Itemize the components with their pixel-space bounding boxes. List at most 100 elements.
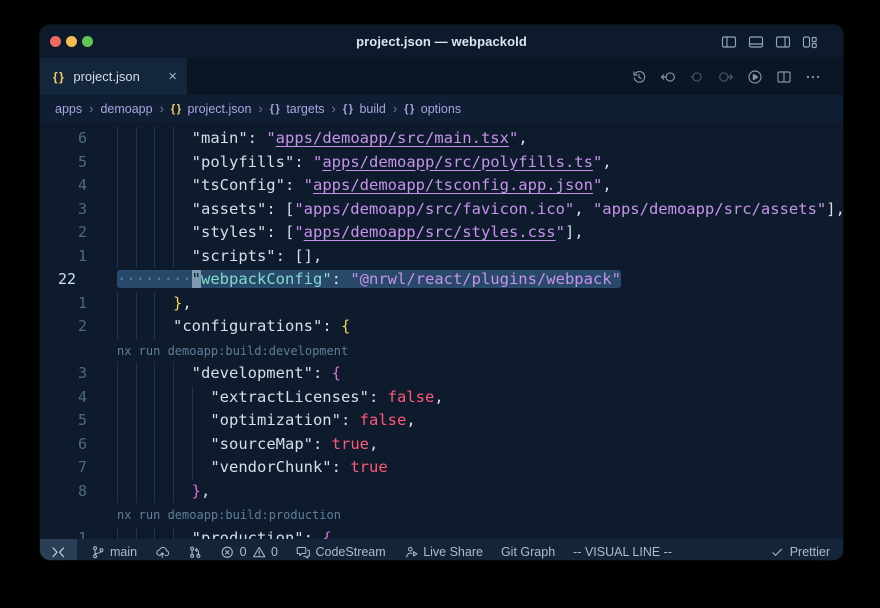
code-line[interactable]: 3 "development": { xyxy=(40,362,843,386)
indent-guide xyxy=(117,527,118,540)
layout-sidebar-left-icon[interactable] xyxy=(721,34,737,50)
nav-circle-icon[interactable] xyxy=(689,69,705,85)
breadcrumb-item-demoapp[interactable]: demoapp xyxy=(100,102,152,116)
line-number: 6 xyxy=(40,127,87,151)
codelens-link[interactable]: nx run demoapp:build:development xyxy=(40,339,843,363)
problems[interactable]: 00 xyxy=(220,545,278,560)
git-branch-status[interactable]: main xyxy=(91,545,138,560)
code-line[interactable]: 1 "production": { xyxy=(40,527,843,540)
more-actions-icon[interactable] xyxy=(805,69,821,85)
tab-project-json[interactable]: {} project.json × xyxy=(40,58,187,95)
line-number: 3 xyxy=(40,362,87,386)
code-line[interactable]: 4 "tsConfig": "apps/demoapp/tsconfig.app… xyxy=(40,174,843,198)
code-line[interactable]: 2 "styles": ["apps/demoapp/src/styles.cs… xyxy=(40,221,843,245)
braces-icon: {} xyxy=(270,103,282,115)
line-number: 3 xyxy=(40,198,87,222)
nav-back-icon[interactable] xyxy=(660,69,676,85)
selection: ········"webpackConfig": "@nrwl/react/pl… xyxy=(117,270,621,288)
split-editor-icon[interactable] xyxy=(776,69,792,85)
indent-guide xyxy=(117,433,118,457)
nav-forward-icon[interactable] xyxy=(718,69,734,85)
indent-guide xyxy=(136,456,137,480)
code-line[interactable]: 6 "sourceMap": true, xyxy=(40,433,843,457)
indent-guide xyxy=(136,527,137,540)
code-line[interactable]: 7 "vendorChunk": true xyxy=(40,456,843,480)
live-share[interactable]: Live Share xyxy=(404,545,483,560)
run-icon[interactable] xyxy=(747,69,763,85)
publish-changes[interactable] xyxy=(155,545,170,560)
indent-guide xyxy=(117,151,118,175)
cloud-upload-icon xyxy=(155,545,170,560)
codelens-link[interactable]: nx run demoapp:build:production xyxy=(40,503,843,527)
braces-icon: {} xyxy=(404,103,416,115)
json-braces-icon: {} xyxy=(53,70,65,84)
indent-guide xyxy=(154,151,155,175)
prettier-status[interactable]: Prettier xyxy=(770,545,830,560)
indent-guide xyxy=(136,480,137,504)
indent-guide xyxy=(173,456,174,480)
breadcrumb-item-project-json[interactable]: {}project.json xyxy=(171,102,252,116)
code-line[interactable]: 6 "main": "apps/demoapp/src/main.tsx", xyxy=(40,127,843,151)
tab-close-icon[interactable]: × xyxy=(168,69,177,84)
code-line[interactable]: 1 }, xyxy=(40,292,843,316)
indent-guide xyxy=(173,409,174,433)
indent-guide xyxy=(173,174,174,198)
vscode-window: project.json — webpackold {} project.jso… xyxy=(40,25,843,560)
code-line[interactable]: 5 "optimization": false, xyxy=(40,409,843,433)
editor[interactable]: 6 "main": "apps/demoapp/src/main.tsx",5 … xyxy=(40,122,843,539)
live-share-icon xyxy=(404,545,419,560)
indent-guide xyxy=(117,292,118,316)
indent-guide xyxy=(154,127,155,151)
line-number: 6 xyxy=(40,433,87,457)
close-button[interactable] xyxy=(50,36,61,47)
vim-mode[interactable]: -- VISUAL LINE -- xyxy=(573,545,672,559)
indent-guide xyxy=(173,362,174,386)
line-number: 2 xyxy=(40,315,87,339)
indent-guide xyxy=(154,386,155,410)
git-graph[interactable]: Git Graph xyxy=(501,545,555,559)
history-icon[interactable] xyxy=(631,69,647,85)
indent-guide xyxy=(136,386,137,410)
code-line[interactable]: 8 }, xyxy=(40,480,843,504)
indent-guide xyxy=(154,174,155,198)
line-number: 8 xyxy=(40,480,87,504)
breadcrumb-separator: › xyxy=(160,101,164,116)
indent-guide xyxy=(117,174,118,198)
indent-guide xyxy=(117,480,118,504)
zoom-button[interactable] xyxy=(82,36,93,47)
code-line[interactable]: 1 "scripts": [], xyxy=(40,245,843,269)
remote-indicator[interactable] xyxy=(40,539,77,560)
layout-panel-icon[interactable] xyxy=(748,34,764,50)
code-line[interactable]: 3 "assets": ["apps/demoapp/src/favicon.i… xyxy=(40,198,843,222)
line-number: 5 xyxy=(40,151,87,175)
code-line[interactable]: 5 "polyfills": "apps/demoapp/src/polyfil… xyxy=(40,151,843,175)
breadcrumb-separator: › xyxy=(332,101,336,116)
breadcrumb-item-targets[interactable]: {}targets xyxy=(270,102,325,116)
layout-customize-icon[interactable] xyxy=(802,34,818,50)
breadcrumb-item-build[interactable]: {}build xyxy=(343,102,386,116)
codestream[interactable]: CodeStream xyxy=(296,545,386,560)
indent-guide xyxy=(117,409,118,433)
tab-bar: {} project.json × xyxy=(40,58,843,95)
indent-guide xyxy=(154,221,155,245)
indent-guide xyxy=(117,245,118,269)
code-line[interactable]: 4 "extractLicenses": false, xyxy=(40,386,843,410)
breadcrumb-item-options[interactable]: {}options xyxy=(404,102,461,116)
code-line[interactable]: 2 "configurations": { xyxy=(40,315,843,339)
minimize-button[interactable] xyxy=(66,36,77,47)
indent-guide xyxy=(173,433,174,457)
code-line[interactable]: 22········"webpackConfig": "@nrwl/react/… xyxy=(40,268,843,292)
indent-guide xyxy=(173,527,174,540)
remote-icon xyxy=(51,545,66,560)
indent-guide xyxy=(173,221,174,245)
status-bar-right: Prettier xyxy=(770,545,830,560)
breadcrumb-separator: › xyxy=(89,101,93,116)
indent-guide xyxy=(173,386,174,410)
breadcrumb-item-apps[interactable]: apps xyxy=(55,102,82,116)
indent-guide xyxy=(154,245,155,269)
layout-sidebar-right-icon[interactable] xyxy=(775,34,791,50)
line-number: 1 xyxy=(40,245,87,269)
error-icon xyxy=(220,545,235,560)
git-compare[interactable] xyxy=(188,545,203,560)
editor-actions xyxy=(631,58,843,95)
